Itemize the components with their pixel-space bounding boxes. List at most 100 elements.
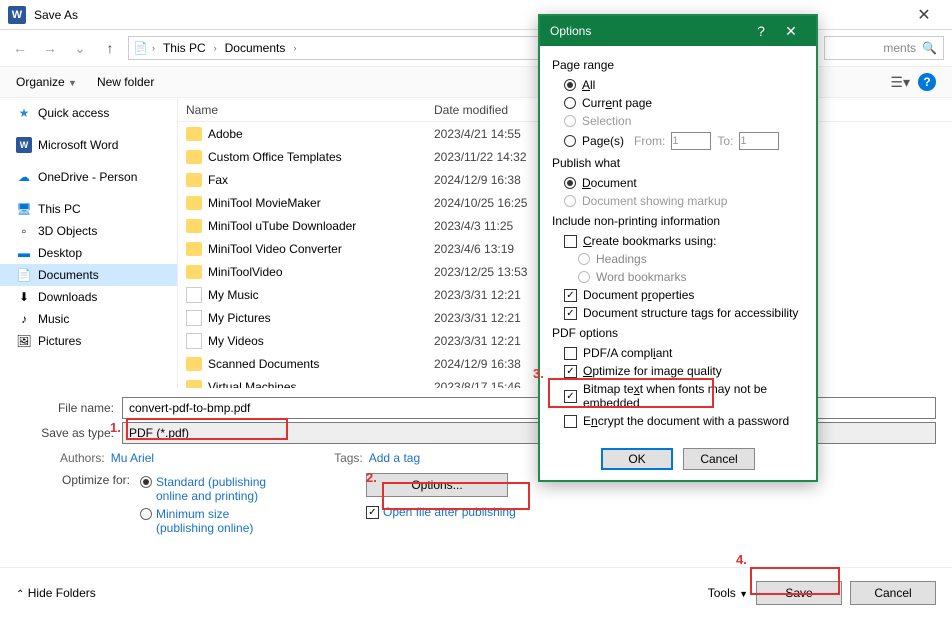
file-name: My Videos (208, 334, 264, 348)
page-from-input[interactable] (671, 132, 711, 150)
document-icon: 📄 (16, 267, 32, 283)
close-icon[interactable]: ✕ (904, 1, 944, 29)
bitmap-text-checkbox[interactable]: Bitmap text when fonts may not be embedd… (552, 380, 804, 412)
radio-disabled-icon (564, 195, 576, 207)
annotation-label-3: 3. (533, 366, 544, 381)
file-date: 2023/8/17 15:46 (434, 380, 544, 389)
radio-off-icon (564, 97, 576, 109)
encrypt-checkbox[interactable]: Encrypt the document with a password (552, 412, 804, 430)
optimize-image-checkbox[interactable]: Optimize for image quality (552, 362, 804, 380)
authors-value[interactable]: Mu Ariel (111, 451, 154, 465)
tree-pictures[interactable]: 🖼Pictures (0, 330, 177, 352)
page-all-radio[interactable]: All (552, 76, 804, 94)
file-name: MiniToolVideo (208, 265, 283, 279)
annotation-label-4: 4. (736, 552, 747, 567)
checkbox-icon (564, 415, 577, 428)
doc-properties-checkbox[interactable]: Document properties (552, 286, 804, 304)
optimize-minimum-radio[interactable]: Minimum size (publishing online) (140, 507, 296, 535)
tree-desktop[interactable]: ▬Desktop (0, 242, 177, 264)
checkbox-checked-icon (564, 289, 577, 302)
folder-icon (186, 196, 202, 210)
tree-this-pc[interactable]: 🖥This PC (0, 198, 177, 220)
path-seg-documents[interactable]: Documents (221, 41, 290, 55)
publish-document-radio[interactable]: Document (552, 174, 804, 192)
checkbox-checked-icon (366, 506, 379, 519)
chevron-down-icon: ▼ (739, 589, 748, 599)
hide-folders-toggle[interactable]: ⌃ Hide Folders (16, 586, 96, 600)
tree-quick-access[interactable]: ★Quick access (0, 102, 177, 124)
column-name[interactable]: Name (178, 103, 434, 117)
open-after-checkbox[interactable]: Open file after publishing (366, 505, 516, 519)
pdfa-checkbox[interactable]: PDF/A compliant (552, 344, 804, 362)
tree-documents[interactable]: 📄Documents (0, 264, 177, 286)
file-date: 2023/4/6 13:19 (434, 242, 544, 256)
tools-menu[interactable]: Tools ▼ (708, 586, 748, 600)
checkbox-checked-icon (564, 365, 577, 378)
file-name: MiniTool uTube Downloader (208, 219, 356, 233)
organize-menu[interactable]: Organize ▼ (16, 75, 77, 89)
file-date: 2024/12/9 16:38 (434, 173, 544, 187)
word-bookmarks-radio: Word bookmarks (552, 268, 804, 286)
help-icon[interactable]: ? (918, 73, 936, 91)
folder-icon (186, 265, 202, 279)
shortcut-icon (186, 310, 202, 326)
page-pages-radio[interactable]: Page(s) From: To: (552, 130, 804, 152)
tree-microsoft-word[interactable]: WMicrosoft Word (0, 134, 177, 156)
headings-radio: Headings (552, 250, 804, 268)
radio-disabled-icon (564, 115, 576, 127)
tree-downloads[interactable]: ⬇Downloads (0, 286, 177, 308)
view-options-icon[interactable]: ☰▾ (890, 74, 910, 91)
dialog-help-icon[interactable]: ? (746, 23, 776, 39)
shortcut-icon (186, 333, 202, 349)
file-name: MiniTool MovieMaker (208, 196, 321, 210)
folder-icon (186, 242, 202, 256)
chevron-right-icon: › (152, 43, 155, 53)
tags-label: Tags: (334, 451, 363, 465)
nav-recent-icon[interactable]: ⌄ (68, 36, 92, 60)
save-button[interactable]: Save (756, 581, 842, 605)
dialog-ok-button[interactable]: OK (601, 448, 673, 470)
pdf-options-group: PDF options (552, 326, 804, 340)
tree-onedrive[interactable]: ☁OneDrive - Person (0, 166, 177, 188)
optimize-label: Optimize for: (50, 473, 130, 487)
dialog-cancel-button[interactable]: Cancel (683, 448, 755, 470)
folder-icon (186, 173, 202, 187)
page-current-radio[interactable]: Current page (552, 94, 804, 112)
dialog-title: Options (550, 24, 591, 38)
create-bookmarks-checkbox[interactable]: Create bookmarks using: (552, 232, 804, 250)
tree-music[interactable]: ♪Music (0, 308, 177, 330)
file-date: 2023/12/25 13:53 (434, 265, 544, 279)
search-input[interactable]: ments 🔍 (824, 36, 944, 60)
file-name: My Music (208, 288, 259, 302)
optimize-standard-radio[interactable]: Standard (publishing online and printing… (140, 475, 296, 503)
page-to-input[interactable] (739, 132, 779, 150)
authors-label: Authors: (60, 451, 105, 465)
picture-icon: 🖼 (16, 333, 32, 349)
tree-3d-objects[interactable]: ▫3D Objects (0, 220, 177, 242)
nav-back-icon[interactable]: ← (8, 36, 32, 60)
new-folder-button[interactable]: New folder (97, 75, 154, 89)
word-app-icon: W (8, 6, 26, 24)
chevron-up-icon: ⌃ (16, 589, 24, 600)
file-name: My Pictures (208, 311, 271, 325)
desktop-icon: ▬ (16, 245, 32, 261)
cancel-button[interactable]: Cancel (850, 581, 936, 605)
radio-disabled-icon (578, 271, 590, 283)
chevron-right-icon: › (293, 43, 296, 53)
column-date[interactable]: Date modified (434, 103, 544, 117)
cloud-icon: ☁ (16, 169, 32, 185)
radio-disabled-icon (578, 253, 590, 265)
tags-value[interactable]: Add a tag (369, 451, 420, 465)
annotation-label-2: 2. (366, 470, 377, 485)
radio-off-icon (140, 508, 152, 520)
nav-up-icon[interactable]: ↑ (98, 36, 122, 60)
nav-tree[interactable]: ★Quick access WMicrosoft Word ☁OneDrive … (0, 98, 178, 388)
nonprinting-group: Include non-printing information (552, 214, 804, 228)
nav-forward-icon[interactable]: → (38, 36, 62, 60)
options-button[interactable]: Options... (366, 473, 508, 497)
file-date: 2023/3/31 12:21 (434, 288, 544, 302)
dialog-close-icon[interactable]: ✕ (776, 23, 806, 40)
doc-tags-checkbox[interactable]: Document structure tags for accessibilit… (552, 304, 804, 322)
path-seg-thispc[interactable]: This PC (159, 41, 210, 55)
file-name: Adobe (208, 127, 243, 141)
